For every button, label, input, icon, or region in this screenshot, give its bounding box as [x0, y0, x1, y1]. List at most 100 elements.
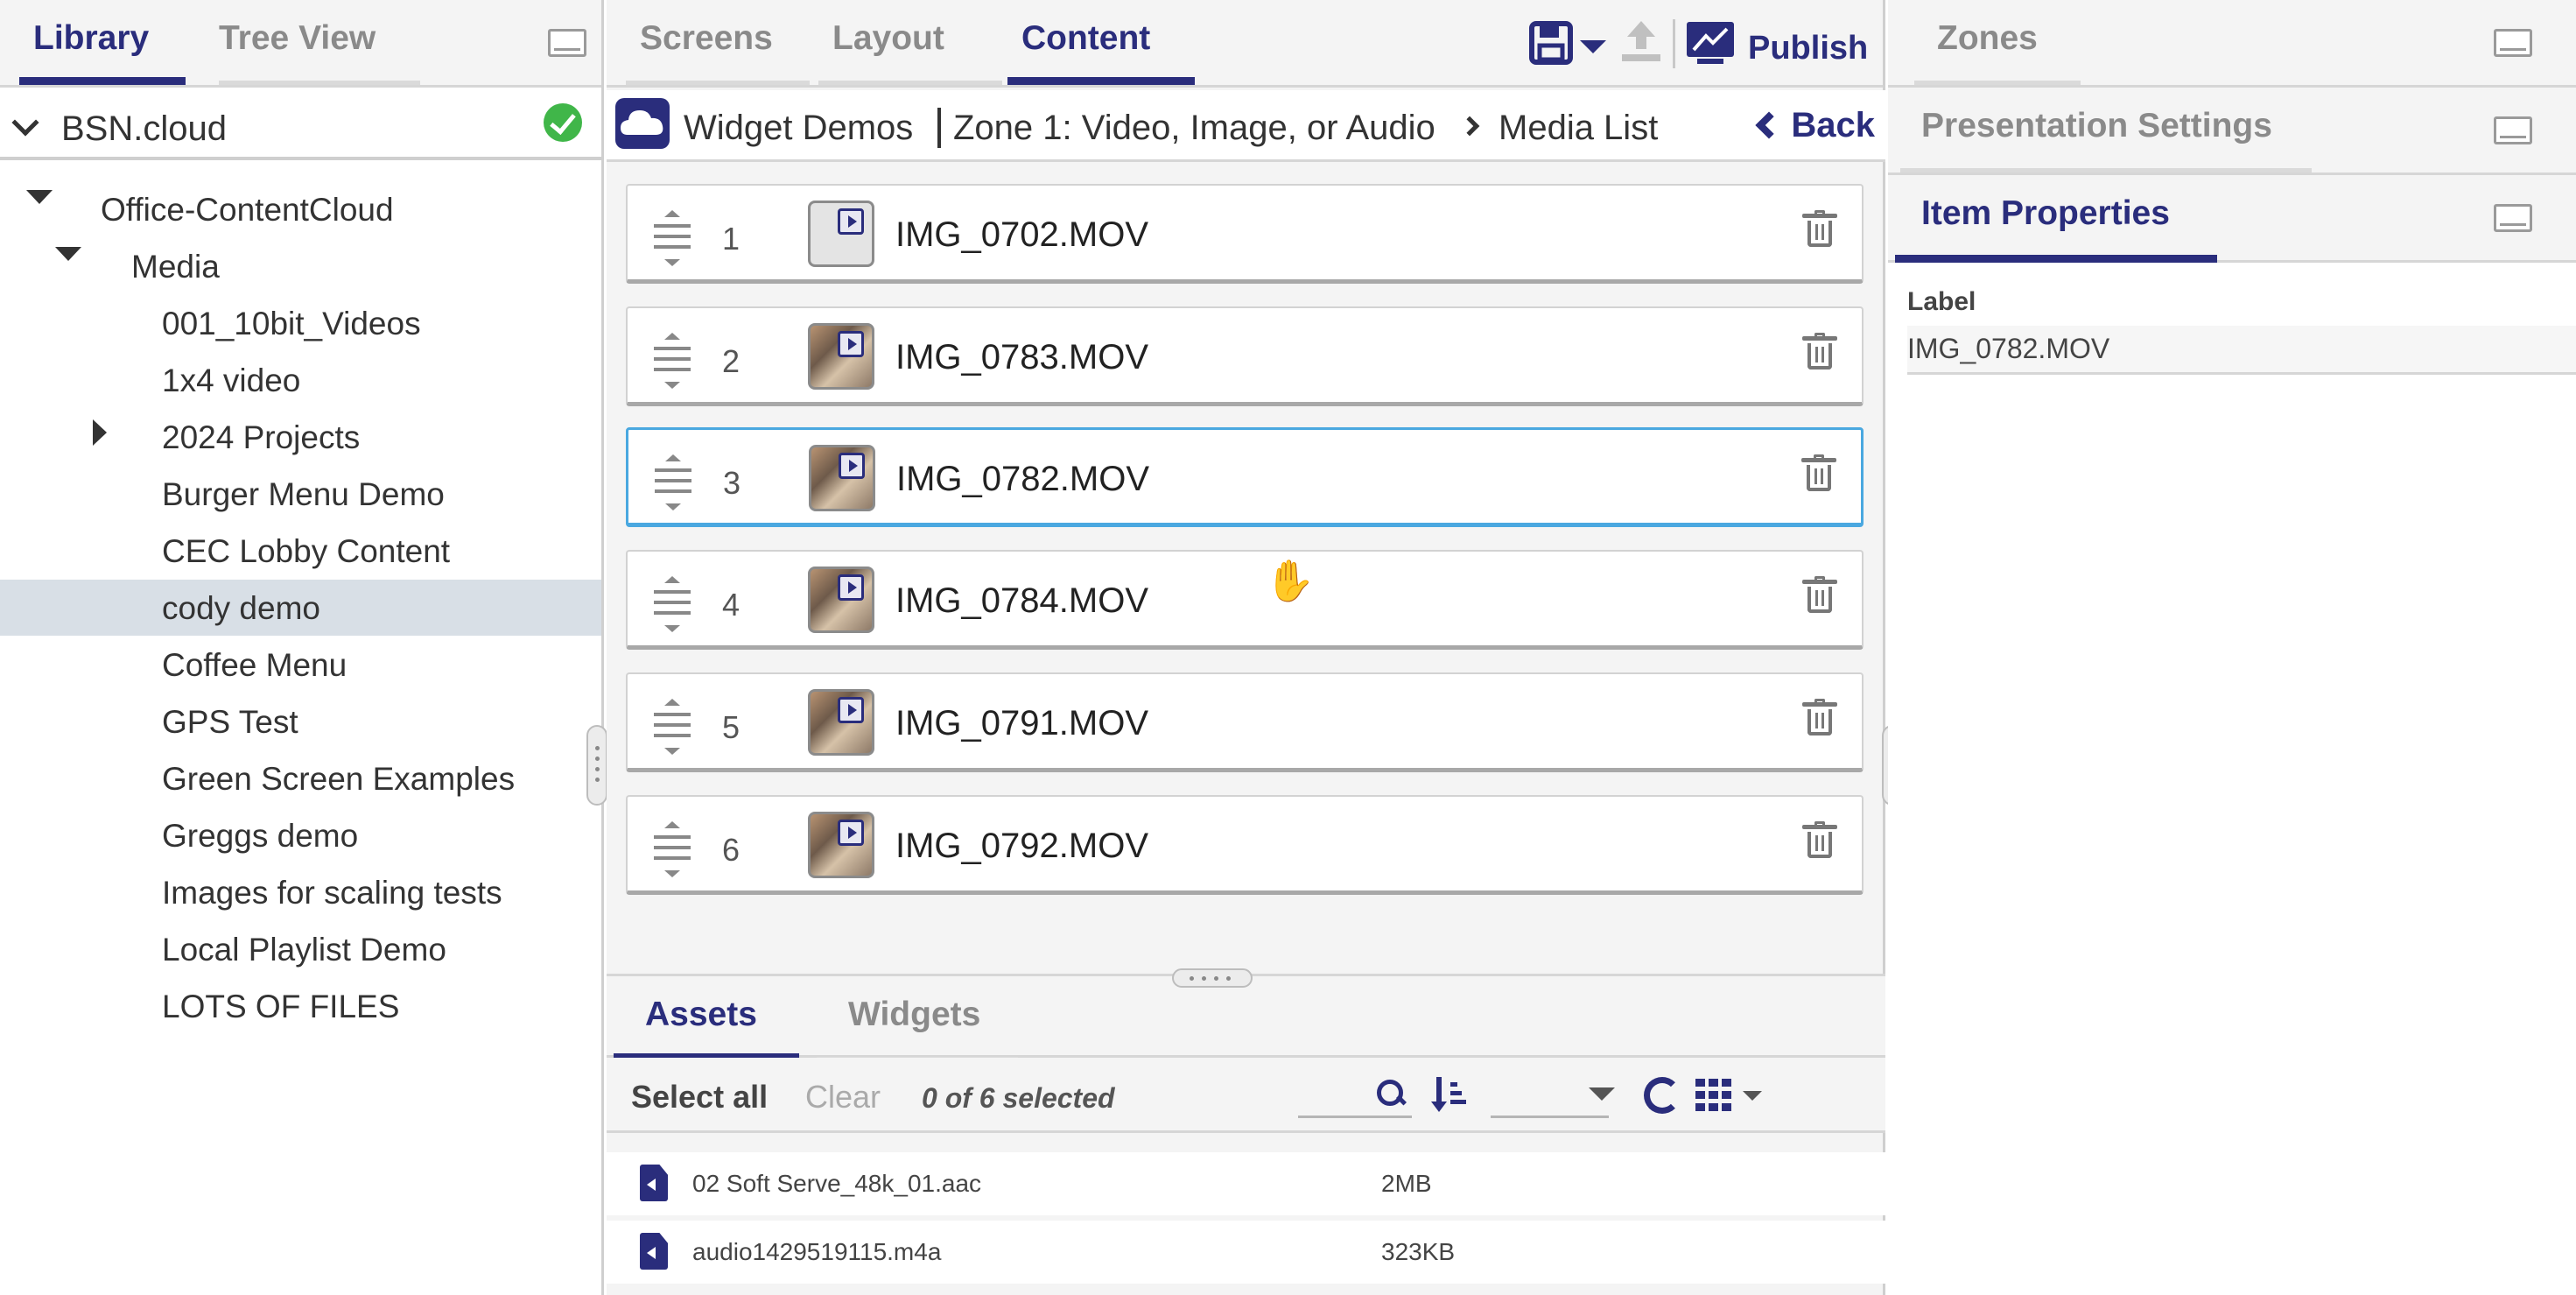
select-all-button[interactable]: Select all [631, 1079, 768, 1116]
chevron-down-icon[interactable] [11, 109, 39, 137]
tree-item-folder[interactable]: Burger Menu Demo [0, 466, 601, 522]
view-mode-dropdown-icon[interactable] [1743, 1091, 1762, 1101]
toolbar-divider [1673, 19, 1675, 68]
item-filename: IMG_0782.MOV [896, 460, 1150, 498]
tab-inactive-indicator [818, 81, 1002, 85]
search-icon[interactable] [1377, 1080, 1403, 1106]
tab-library[interactable]: Library [19, 0, 186, 85]
media-list-item[interactable]: 6 IMG_0792.MOV [626, 795, 1864, 895]
assets-resize-handle[interactable] [1172, 968, 1253, 988]
expand-triangle-icon[interactable] [26, 190, 53, 204]
audio-file-icon [640, 1233, 668, 1270]
refresh-icon[interactable] [1644, 1077, 1681, 1114]
maximize-panel-icon[interactable] [2494, 116, 2532, 144]
publish-button[interactable]: Publish [1685, 18, 1868, 67]
tab-widgets-label: Widgets [848, 996, 981, 1033]
clear-button[interactable]: Clear [805, 1079, 881, 1116]
drag-handle-icon[interactable] [654, 333, 691, 389]
account-row[interactable]: BSN.cloud [0, 90, 601, 160]
item-properties-section[interactable]: Item Properties [1888, 175, 2576, 263]
drag-handle-icon[interactable] [654, 210, 691, 266]
tree-item-folder[interactable]: CEC Lobby Content [0, 523, 601, 579]
save-options-dropdown-icon[interactable] [1580, 40, 1606, 53]
media-list-item[interactable]: 2 IMG_0783.MOV [626, 306, 1864, 406]
sort-icon[interactable] [1429, 1073, 1471, 1116]
tab-widgets[interactable]: Widgets [817, 976, 1018, 1061]
tab-layout[interactable]: Layout [818, 0, 1002, 85]
label-field-label: Label [1907, 287, 1976, 316]
trash-icon[interactable] [1802, 210, 1837, 249]
section-active-indicator [1895, 255, 2217, 263]
expand-triangle-icon[interactable] [55, 247, 81, 261]
tree-item-folder[interactable]: LOTS OF FILES [0, 978, 601, 1034]
media-list-item[interactable]: 1 IMG_0702.MOV [626, 184, 1864, 284]
trash-icon[interactable] [1802, 821, 1837, 860]
breadcrumb-zone[interactable]: Zone 1: Video, Image, or Audio [953, 109, 1435, 148]
breadcrumb-presentation[interactable]: Widget Demos [684, 109, 913, 148]
media-list-item[interactable]: 5 IMG_0791.MOV [626, 672, 1864, 772]
chevron-left-icon [1755, 111, 1783, 139]
tree-item-folder[interactable]: 1x4 video [0, 352, 601, 408]
video-thumbnail [808, 323, 874, 390]
tree-item-selected[interactable]: cody demo [0, 580, 601, 636]
maximize-panel-icon[interactable] [2494, 29, 2532, 57]
search-input[interactable] [1298, 1116, 1412, 1118]
left-panel-resize-handle[interactable] [586, 725, 607, 806]
tab-inactive-indicator [626, 81, 810, 85]
grid-view-icon[interactable] [1695, 1079, 1734, 1112]
drag-handle-icon[interactable] [654, 576, 691, 632]
label-field[interactable]: IMG_0782.MOV [1907, 326, 2576, 375]
media-list-item-selected[interactable]: 3 IMG_0782.MOV [626, 427, 1864, 527]
tab-tree-view[interactable]: Tree View [205, 0, 424, 85]
asset-row[interactable]: 02 Soft Serve_48k_01.aac 2MB [607, 1152, 1885, 1215]
tree-item-office-contentcloud[interactable]: Office-ContentCloud [0, 181, 601, 237]
collapsed-triangle-icon[interactable] [93, 419, 107, 446]
tree-item-media[interactable]: Media [0, 238, 601, 294]
asset-row[interactable]: audio1429519115.m4a 323KB [607, 1221, 1885, 1284]
tree-item-folder[interactable]: Coffee Menu [0, 637, 601, 693]
selection-status: 0 of 6 selected [922, 1082, 1115, 1114]
drag-handle-icon[interactable] [654, 699, 691, 755]
item-index: 2 [722, 343, 741, 379]
drag-handle-icon[interactable] [654, 821, 691, 877]
sort-dropdown-arrow-icon[interactable] [1589, 1087, 1615, 1101]
tab-active-indicator [1007, 77, 1195, 85]
tree-item-label: LOTS OF FILES [162, 989, 400, 1024]
save-icon[interactable] [1529, 21, 1575, 67]
breadcrumb-page: Media List [1499, 109, 1659, 147]
tab-assets[interactable]: Assets [614, 976, 799, 1061]
tree-item-label: Media [131, 249, 220, 285]
tree-item-folder[interactable]: 2024 Projects [0, 409, 601, 465]
tree-item-label: 2024 Projects [162, 419, 361, 455]
media-list-item[interactable]: 4 IMG_0784.MOV [626, 550, 1864, 650]
tab-content[interactable]: Content [1007, 0, 1195, 85]
drag-handle-icon[interactable] [655, 454, 691, 510]
tree-item-label: Burger Menu Demo [162, 476, 445, 512]
maximize-panel-icon[interactable] [2494, 204, 2532, 232]
tree-item-label: Local Playlist Demo [162, 932, 446, 968]
sort-select[interactable] [1491, 1116, 1609, 1118]
item-filename: IMG_0791.MOV [895, 704, 1149, 743]
tree-item-folder[interactable]: Images for scaling tests [0, 864, 601, 920]
tree-item-folder[interactable]: Local Playlist Demo [0, 921, 601, 977]
zones-section[interactable]: Zones [1888, 0, 2576, 88]
tree-item-folder[interactable]: GPS Test [0, 693, 601, 750]
tab-screens[interactable]: Screens [626, 0, 810, 85]
tree-item-folder[interactable]: 001_10bit_Videos [0, 295, 601, 351]
tree-item-label: GPS Test [162, 704, 298, 740]
trash-icon[interactable] [1801, 454, 1836, 493]
tree-item-folder[interactable]: Green Screen Examples [0, 750, 601, 806]
trash-icon[interactable] [1802, 699, 1837, 737]
item-index: 1 [722, 221, 741, 257]
back-button[interactable]: Back [1751, 101, 1875, 150]
tree-item-folder[interactable]: Greggs demo [0, 807, 601, 863]
trash-icon[interactable] [1802, 576, 1837, 615]
breadcrumb: Widget Demos Zone 1: Video, Image, or Au… [607, 90, 1885, 162]
section-indicator [1914, 81, 2081, 85]
breadcrumb-divider [937, 108, 941, 148]
item-properties-title: Item Properties [1921, 194, 2170, 232]
maximize-panel-icon[interactable] [548, 29, 586, 57]
asset-name: 02 Soft Serve_48k_01.aac [692, 1170, 982, 1197]
trash-icon[interactable] [1802, 333, 1837, 371]
presentation-settings-section[interactable]: Presentation Settings [1888, 88, 2576, 175]
